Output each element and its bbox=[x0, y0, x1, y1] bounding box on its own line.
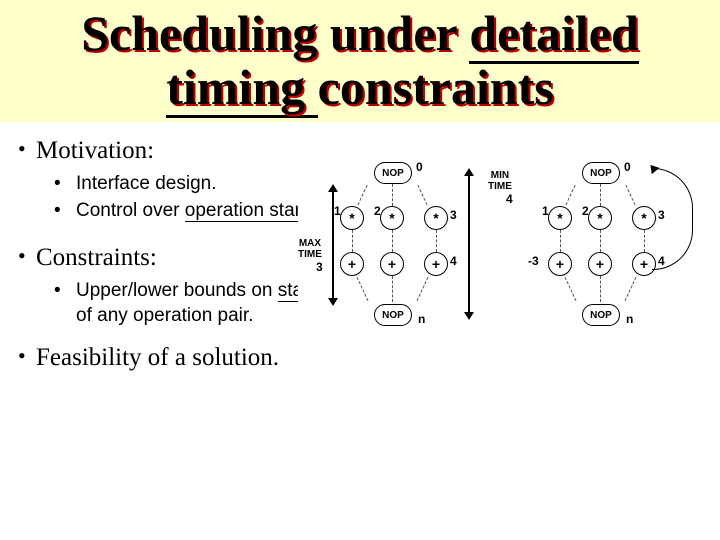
dag-left: NOP 0 * 1 * 2 * 3 + + + 4 NOP n MAX TIME… bbox=[302, 160, 502, 360]
title-p1: Scheduling under bbox=[81, 5, 469, 61]
title-p2: detailed bbox=[469, 5, 638, 64]
bullet-dot: • bbox=[18, 243, 36, 269]
feedback-arc bbox=[652, 168, 693, 270]
node-star: * bbox=[548, 206, 572, 230]
bullet-dot: • bbox=[54, 279, 76, 303]
node-nop-bottom: NOP bbox=[374, 304, 412, 326]
node-plus: + bbox=[340, 252, 364, 276]
bullet-dot: • bbox=[54, 199, 76, 223]
node-plus: + bbox=[380, 252, 404, 276]
node-nop-top: NOP bbox=[582, 162, 620, 184]
node-nop-bottom: NOP bbox=[582, 304, 620, 326]
node-plus: + bbox=[588, 252, 612, 276]
title-p3: timing bbox=[166, 59, 317, 118]
node-star: * bbox=[588, 206, 612, 230]
bullet-dot: • bbox=[54, 172, 76, 196]
node-star: * bbox=[424, 206, 448, 230]
slide-header: Scheduling under detailed timing constra… bbox=[0, 0, 720, 122]
slide-title: Scheduling under detailed timing constra… bbox=[10, 6, 710, 114]
node-star: * bbox=[340, 206, 364, 230]
dag-diagram: NOP 0 * 1 * 2 * 3 + + + 4 NOP n MAX TIME… bbox=[298, 160, 706, 370]
bullet-dot: • bbox=[18, 343, 36, 369]
dag-right: NOP 0 * 1 * 2 * 3 + + + 4 -3 NOP n MIN T… bbox=[510, 160, 710, 360]
title-p4: constraints bbox=[318, 59, 554, 115]
bullet-dot: • bbox=[18, 136, 36, 162]
node-nop-top: NOP bbox=[374, 162, 412, 184]
node-plus: + bbox=[548, 252, 572, 276]
node-star: * bbox=[380, 206, 404, 230]
node-plus: + bbox=[424, 252, 448, 276]
